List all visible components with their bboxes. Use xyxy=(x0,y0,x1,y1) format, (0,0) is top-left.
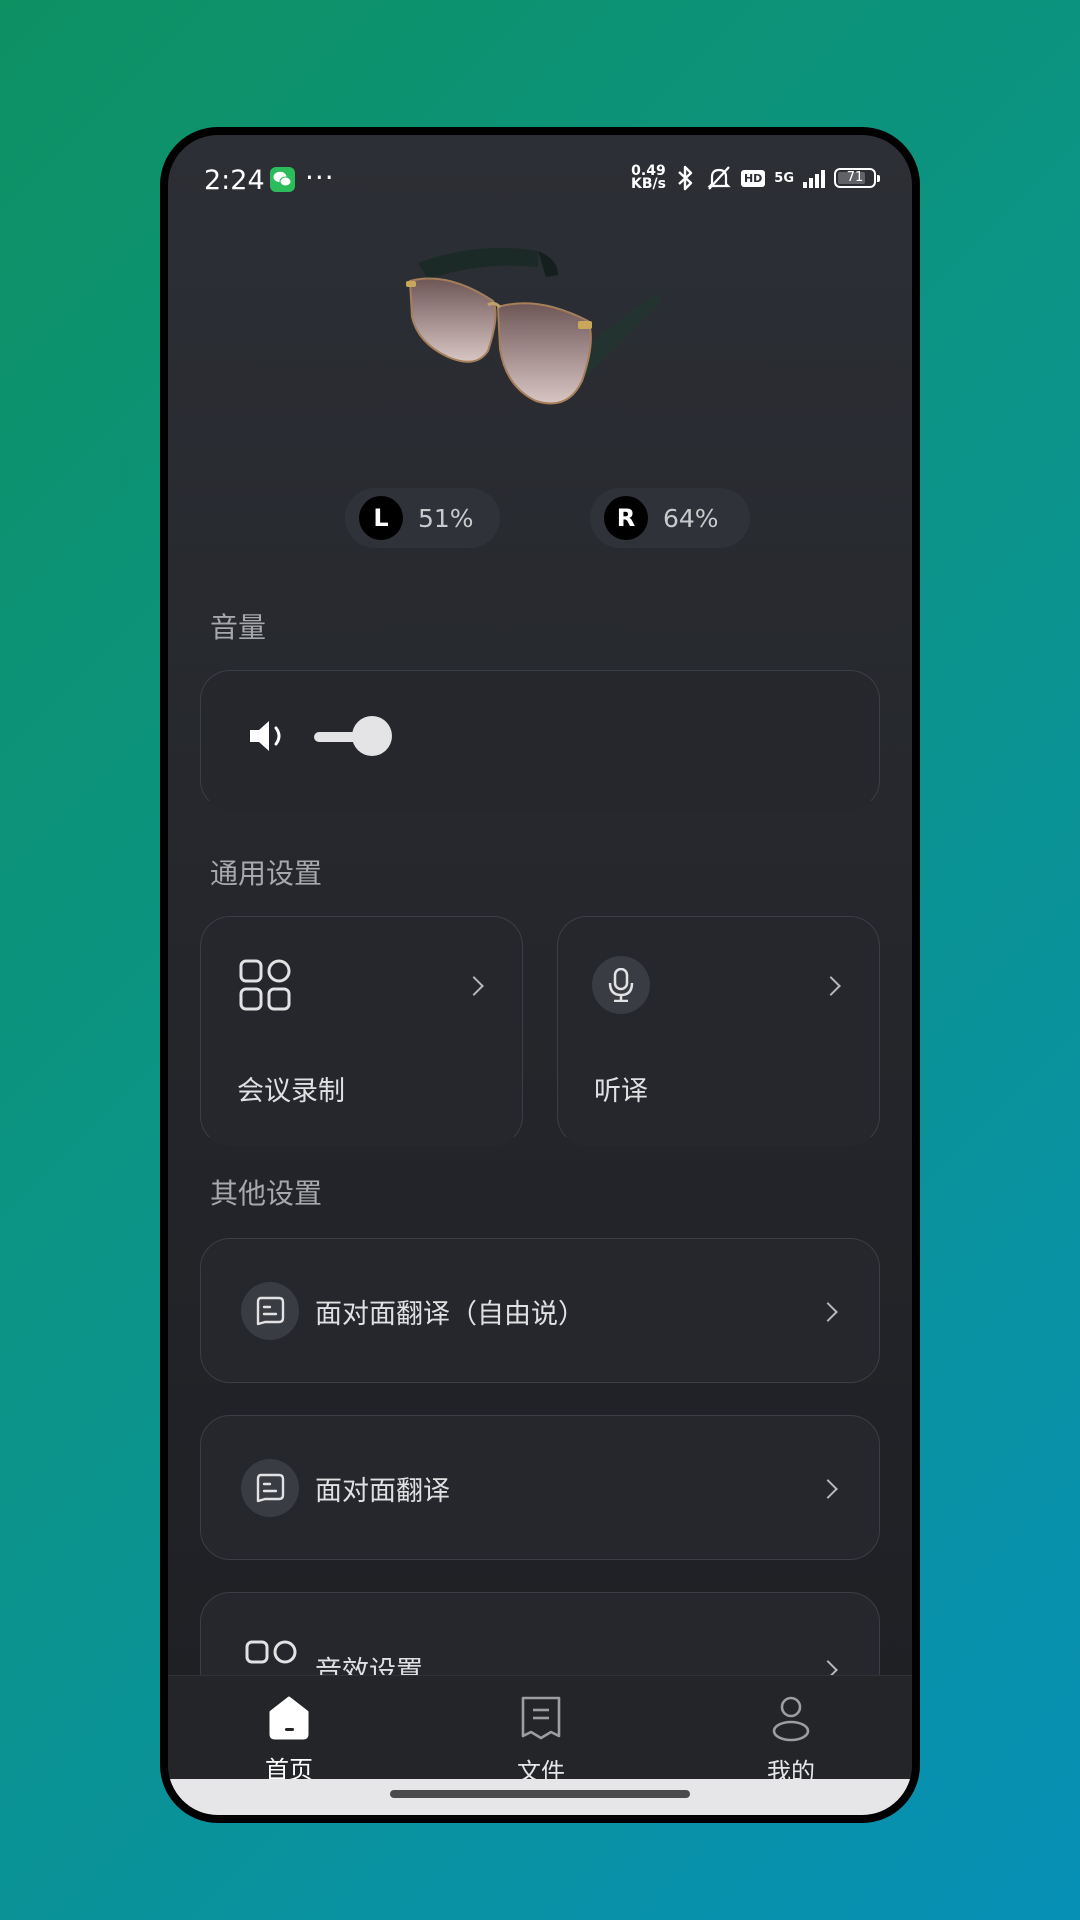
volume-slider[interactable] xyxy=(314,716,394,756)
meeting-record-card[interactable]: 会议录制 xyxy=(200,916,523,1146)
nav-home[interactable]: 首页 xyxy=(209,1694,369,1785)
home-icon xyxy=(269,1696,309,1740)
bottom-nav: 首页 文件 我的 xyxy=(168,1675,912,1794)
nav-me[interactable]: 我的 xyxy=(711,1694,871,1787)
volume-slider-thumb[interactable] xyxy=(352,716,392,756)
face-translate-free-row[interactable]: 面对面翻译（自由说） xyxy=(200,1238,880,1383)
nav-files[interactable]: 文件 xyxy=(461,1694,621,1787)
document-icon xyxy=(521,1696,561,1740)
volume-card xyxy=(200,670,880,810)
left-battery-pill: L 51% xyxy=(345,488,500,548)
other-section-title: 其他设置 xyxy=(210,1177,323,1210)
more-notifications-icon: ··· xyxy=(305,161,335,194)
battery-icon: 71 xyxy=(834,168,880,188)
wechat-notification-icon xyxy=(270,167,295,192)
speed-unit: KB/s xyxy=(630,176,666,192)
listen-translate-label: 听译 xyxy=(594,1076,648,1107)
right-battery-value: 64% xyxy=(663,503,719,533)
chevron-right-icon xyxy=(818,1479,838,1499)
meeting-record-label: 会议录制 xyxy=(237,1076,345,1107)
listen-translate-card[interactable]: 听译 xyxy=(557,916,880,1146)
signal-strength-icon xyxy=(803,168,825,188)
chevron-right-icon xyxy=(464,976,484,996)
right-badge: R xyxy=(604,496,648,540)
mute-bell-icon xyxy=(707,166,731,190)
chat-icon xyxy=(241,1459,299,1517)
home-indicator[interactable] xyxy=(390,1790,690,1798)
face-translate-label: 面对面翻译 xyxy=(315,1476,450,1507)
general-section-title: 通用设置 xyxy=(210,857,323,890)
battery-level: 71 xyxy=(846,170,864,185)
bluetooth-icon xyxy=(678,165,693,191)
speaker-icon xyxy=(250,721,281,751)
status-icons: 0.49 KB/s HD 5G 71 xyxy=(630,164,880,192)
network-type: 5G xyxy=(774,170,794,186)
left-battery-value: 51% xyxy=(418,503,474,533)
chevron-right-icon xyxy=(818,1302,838,1322)
right-battery-pill: R 64% xyxy=(590,488,750,548)
volume-section-title: 音量 xyxy=(210,611,267,644)
left-badge: L xyxy=(359,496,403,540)
network-speed: 0.49 KB/s xyxy=(630,164,666,192)
face-translate-free-label: 面对面翻译（自由说） xyxy=(315,1299,585,1330)
chevron-right-icon xyxy=(821,976,841,996)
phone-frame: 2:24 ··· 0.49 KB/s HD 5G 71 L 51% R 64% … xyxy=(160,127,920,1823)
app-screen: 2:24 ··· 0.49 KB/s HD 5G 71 L 51% R 64% … xyxy=(168,135,912,1815)
grid-icon xyxy=(239,959,291,1011)
status-time: 2:24 xyxy=(204,165,265,196)
hd-badge: HD xyxy=(740,169,766,187)
face-translate-row[interactable]: 面对面翻译 xyxy=(200,1415,880,1560)
person-icon xyxy=(772,1696,810,1742)
chat-icon xyxy=(241,1282,299,1340)
system-home-bar xyxy=(168,1779,912,1815)
microphone-icon xyxy=(592,956,650,1014)
glasses-image xyxy=(406,247,660,405)
